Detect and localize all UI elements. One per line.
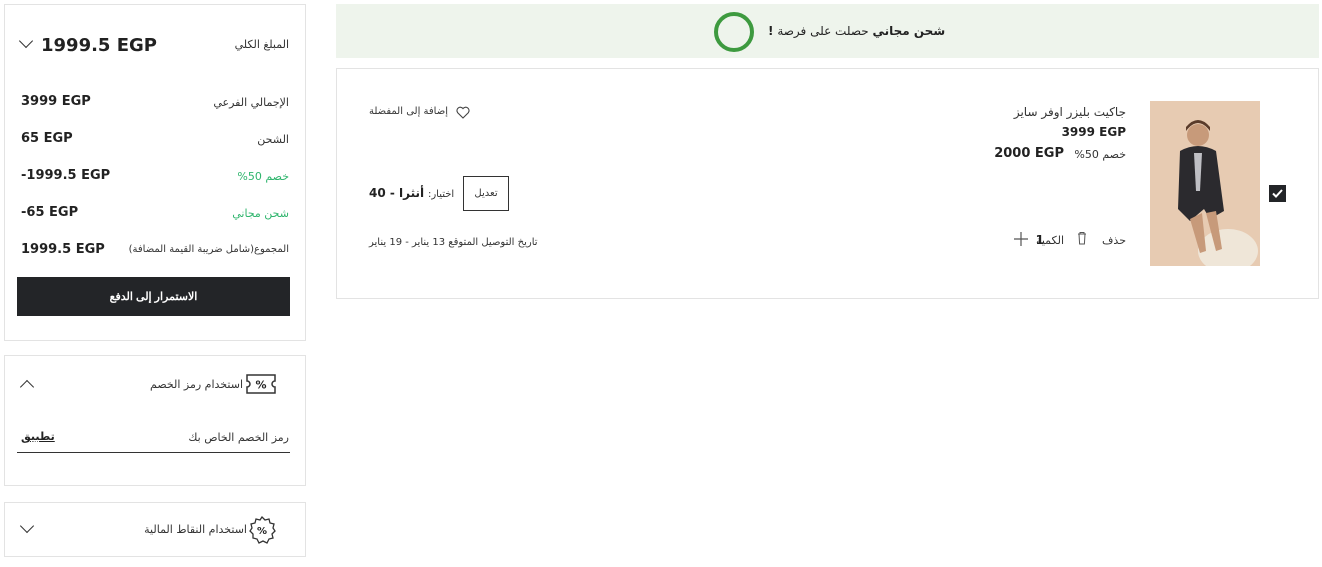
trash-icon[interactable] bbox=[1077, 231, 1087, 245]
banner-text-wrap: شحن مجاني حصلت على فرصة ! bbox=[768, 24, 945, 38]
selection-label: اختيار: bbox=[427, 189, 455, 200]
heart-icon[interactable] bbox=[456, 106, 470, 119]
grand-total-value: 1999.5 EGP bbox=[21, 242, 105, 257]
percent-badge-icon: % bbox=[249, 515, 276, 544]
plus-icon[interactable] bbox=[1013, 231, 1029, 247]
banner-bold-text: شحن مجاني bbox=[872, 24, 946, 38]
selection-value: أنثرا - 40 bbox=[369, 186, 425, 200]
apply-coupon-link[interactable]: تطبيق bbox=[21, 430, 55, 443]
subtotal-label: الإجمالي الفرعي bbox=[213, 96, 289, 109]
grand-total-label: المجموع(شامل ضريبة القيمة المضافة) bbox=[128, 244, 289, 255]
coupon-input-underline bbox=[17, 452, 290, 453]
add-to-wishlist-link[interactable]: إضافة إلى المفضلة bbox=[369, 106, 448, 117]
chevron-up-icon[interactable] bbox=[19, 379, 35, 395]
delivery-info: تاريخ التوصيل المتوقع 13 يناير - 19 يناي… bbox=[369, 237, 538, 248]
progress-ring-icon bbox=[714, 12, 754, 52]
subtotal-value: 3999 EGP bbox=[21, 94, 91, 109]
item-select-checkbox[interactable] bbox=[1269, 185, 1286, 202]
product-discounted-price: 2000 EGP bbox=[994, 146, 1064, 161]
total-value: 1999.5 EGP bbox=[41, 35, 157, 56]
product-name[interactable]: جاكيت بليزر اوفر سايز bbox=[1014, 105, 1126, 119]
coupon-input[interactable]: رمز الخصم الخاص بك bbox=[188, 431, 289, 444]
cart-item-card: جاكيت بليزر اوفر سايز 3999 EGP خصم 50% 2… bbox=[336, 68, 1319, 299]
points-panel: استخدام النقاط المالية % bbox=[4, 502, 306, 557]
checkout-button[interactable]: الاستمرار إلى الدفع bbox=[17, 277, 290, 316]
chevron-down-icon[interactable] bbox=[19, 518, 35, 534]
edit-button[interactable]: تعديل bbox=[463, 176, 509, 211]
banner-text: حصلت على فرصة bbox=[777, 24, 869, 38]
selection-info: اختيار: أنثرا - 40 bbox=[369, 186, 454, 200]
svg-text:%: % bbox=[257, 526, 267, 537]
order-summary-panel: 1999.5 EGP المبلغ الكلي 3999 EGP الإجمال… bbox=[4, 4, 306, 341]
chevron-down-icon[interactable] bbox=[18, 33, 34, 49]
product-price: 3999 EGP bbox=[1061, 125, 1126, 139]
svg-text:%: % bbox=[255, 379, 266, 392]
delivery-label: تاريخ التوصيل المتوقع bbox=[448, 237, 538, 248]
percent-ticket-icon: % bbox=[246, 374, 276, 394]
coupon-panel: استخدام رمز الخصم % رمز الخصم الخاص بك ت… bbox=[4, 355, 306, 486]
coupon-title[interactable]: استخدام رمز الخصم bbox=[150, 378, 243, 391]
free-shipping-value: -65 EGP bbox=[21, 205, 79, 220]
product-discount-label: خصم 50% bbox=[1074, 148, 1126, 161]
discount-value: -1999.5 EGP bbox=[21, 168, 111, 183]
free-shipping-label: شحن مجاني bbox=[232, 207, 289, 220]
checkmark-icon bbox=[1272, 189, 1283, 198]
free-shipping-banner: شحن مجاني حصلت على فرصة ! bbox=[336, 4, 1319, 58]
shipping-value: 65 EGP bbox=[21, 131, 73, 146]
product-image[interactable] bbox=[1150, 101, 1260, 266]
delivery-value: 13 يناير - 19 يناير bbox=[369, 237, 446, 248]
banner-exclaim: ! bbox=[768, 24, 774, 38]
edit-button-label: تعديل bbox=[474, 188, 498, 199]
delete-button[interactable]: حذف bbox=[1102, 234, 1126, 247]
points-title[interactable]: استخدام النقاط المالية bbox=[144, 523, 247, 536]
discount-label: خصم 50% bbox=[237, 170, 289, 183]
quantity-value: 1 bbox=[1035, 233, 1044, 247]
total-label: المبلغ الكلي bbox=[234, 38, 289, 51]
shipping-label: الشحن bbox=[257, 133, 289, 146]
